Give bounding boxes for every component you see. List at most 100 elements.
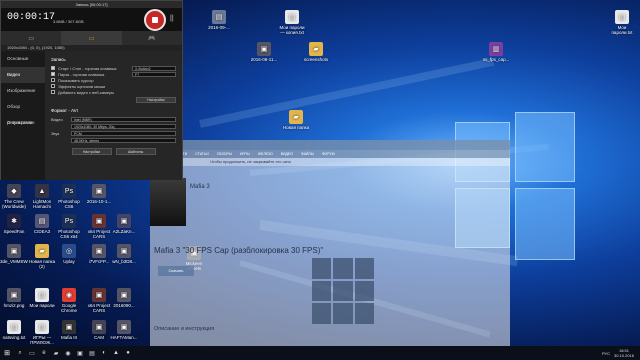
taskbar-app-icon[interactable]: ▤: [86, 346, 98, 360]
browser-window[interactable]: НОВОСТИСТАТЬИОБЗОРЫИГРЫЖЕЛЕЗОВИДЕОФАЙЛЫФ…: [150, 140, 510, 350]
video-params-field[interactable]: 1920x1080, 30 Mbps, 30q: [71, 124, 176, 129]
sidebar-item-about[interactable]: О программе: [1, 115, 45, 131]
audio-codec-field[interactable]: PCM: [71, 131, 176, 136]
window-mode-tab[interactable]: ▭: [61, 31, 122, 45]
desktop-icon[interactable]: ▣ A2LZaKn...: [110, 214, 138, 239]
screenshot-thumb[interactable]: [354, 303, 374, 324]
option-checkbox[interactable]: [51, 72, 55, 76]
sidebar-item-general[interactable]: Основные: [1, 51, 45, 67]
desktop-icon[interactable]: ▣ 2016-10-1...: [85, 184, 113, 209]
game-title[interactable]: Mafia 3: [190, 184, 210, 190]
desktop-icon[interactable]: ▰ Новая папка: [282, 110, 310, 135]
nav-item[interactable]: ФОРУМ: [322, 152, 335, 156]
desktop-icon[interactable]: Ps Photoshop CS6: [55, 184, 83, 209]
desktop-icon[interactable]: ▤ 2016-09-...: [205, 10, 233, 35]
desktop-icon[interactable]: ▣ hmzi2.png: [0, 288, 28, 313]
taskbar-app-icon[interactable]: ◐: [98, 346, 110, 360]
desktop-icon[interactable]: ▣ 2016090...: [110, 288, 138, 313]
nav-item[interactable]: СТАТЬИ: [195, 152, 208, 156]
taskbar-app-icon[interactable]: ▣: [74, 346, 86, 360]
desktop-icon[interactable]: ▤ CIDEA3: [28, 214, 56, 239]
screenshot-thumb[interactable]: [333, 303, 353, 324]
taskbar-app-icon[interactable]: ◉: [62, 346, 74, 360]
download-button[interactable]: Скачать: [158, 266, 194, 276]
taskbar-app-icon[interactable]: ▰: [50, 346, 62, 360]
screenshot-thumb[interactable]: [333, 280, 353, 302]
video-settings-panel: Запись Старт / Стоп - горячая клавиша X-B…: [45, 51, 182, 180]
desktop-icon[interactable]: ◉ Google Chrome: [55, 288, 83, 313]
screenshot-thumb[interactable]: [354, 258, 374, 279]
desktop-icon[interactable]: ▣ i7VFcFP...: [85, 244, 113, 269]
record-option-row[interactable]: Добавить видео с веб-камеры: [51, 89, 176, 95]
taskbar-app-icon[interactable]: ▲: [110, 346, 122, 360]
format-settings-button[interactable]: Настройки: [71, 148, 112, 155]
desktop-icon-label: Photoshop CS6: [58, 199, 80, 209]
templates-button[interactable]: Шаблоны: [115, 148, 156, 155]
desktop-icon[interactable]: ▣ x64 Project CARS: [85, 288, 113, 313]
taskbar-app-icon[interactable]: ●: [122, 346, 134, 360]
recorder-window[interactable]: Запись [00:00:17] 00:00:17 3.6MB / 307.8…: [0, 0, 183, 180]
desktop-icon-label: Google Chrome: [60, 303, 77, 313]
nav-item[interactable]: ОБЗОРЫ: [217, 152, 232, 156]
stop-record-button[interactable]: [144, 9, 166, 31]
audio-params-field[interactable]: 48.0KHz, stereo: [71, 138, 176, 143]
screenshot-gallery[interactable]: [312, 258, 374, 324]
sidebar-item-video[interactable]: Видео: [1, 67, 45, 83]
clock[interactable]: 18:51 30.10.2016: [614, 348, 634, 358]
screenshot-thumb[interactable]: [312, 258, 332, 279]
desktop-icon[interactable]: ▣ 2016-08-11...: [250, 42, 278, 67]
desktop-icon-label: x64 Project CARS: [87, 303, 111, 313]
desktop-icon[interactable]: ◆ The Crew (Worldwide): [0, 184, 28, 209]
game-mode-tab[interactable]: 🎮: [122, 31, 182, 45]
desktop-icon[interactable]: ▤ Мои пароли: [28, 288, 56, 313]
desktop-icon[interactable]: ▣ Mafia III: [55, 320, 83, 345]
option-checkbox[interactable]: [51, 66, 55, 70]
screenshot-thumb[interactable]: [354, 280, 374, 302]
record-option-row[interactable]: Старт / Стоп - горячая клавиша X-Button2: [51, 65, 176, 71]
desktop-icon[interactable]: ▣ wN_b3D8...: [110, 244, 138, 269]
desktop-icon[interactable]: ▣ x64 Project CARS: [85, 214, 113, 239]
nav-item[interactable]: ИГРЫ: [240, 152, 250, 156]
screenshot-thumb[interactable]: [312, 303, 332, 324]
desktop-icon[interactable]: ▤ ИГРЫ — ПРИЛОЖ...: [28, 320, 56, 345]
taskbar-app-icon[interactable]: ▭: [26, 346, 38, 360]
desktop-icon[interactable]: ✱ SpeedFan: [0, 214, 28, 239]
sidebar-item-image[interactable]: Изображение: [1, 83, 45, 99]
pause-icon[interactable]: ||: [170, 15, 174, 22]
option-checkbox[interactable]: [51, 84, 55, 88]
option-checkbox[interactable]: [51, 78, 55, 82]
screenshot-thumb[interactable]: [312, 280, 332, 302]
desktop-icon[interactable]: ◎ Uplay: [55, 244, 83, 269]
hotkey-field[interactable]: X-Button2: [132, 65, 176, 71]
desktop-icon[interactable]: Ps Photoshop CS6 x64: [55, 214, 83, 239]
desktop-icon-label: A2LZaKn...: [112, 229, 136, 234]
nav-item[interactable]: ФАЙЛЫ: [301, 152, 314, 156]
record-settings-button[interactable]: Настройки: [136, 97, 176, 103]
desktop-icon[interactable]: ▣ HAFTAMan...: [110, 320, 138, 345]
start-button[interactable]: ⊞: [0, 346, 14, 360]
taskbar-app-icon[interactable]: e: [38, 346, 50, 360]
taskbar-app-icon[interactable]: ⌕: [14, 346, 26, 360]
desktop-icon[interactable]: ▰ screenshots: [302, 42, 330, 67]
sidebar-item-results[interactable]: Обзор результатов: [1, 99, 45, 125]
hotkey-field[interactable]: F7: [132, 71, 176, 77]
desktop-icon[interactable]: ▣3de_VMMSW...: [0, 244, 28, 269]
desktop-icon[interactable]: ▥ mi_fps_cap...: [482, 42, 510, 67]
desktop-icon[interactable]: ▤ Мои пароли.txt: [608, 10, 636, 35]
file-icon: Ps: [62, 184, 76, 198]
desktop-icon[interactable]: ▣ CAM: [85, 320, 113, 345]
desktop-icon-label: CAM: [94, 335, 104, 340]
desktop-icon[interactable]: ▤ Мои пароли — копия.txt: [278, 10, 306, 35]
recorder-sidebar: Основные Видео Изображение Обзор результ…: [1, 51, 45, 180]
nav-item[interactable]: ЖЕЛЕЗО: [258, 152, 273, 156]
video-codec-field[interactable]: Intel (MBR): [71, 117, 176, 122]
screenshot-thumb[interactable]: [333, 258, 353, 279]
option-checkbox[interactable]: [51, 90, 55, 94]
fullscreen-mode-tab[interactable]: ▭: [1, 31, 61, 45]
language-indicator[interactable]: РУС: [602, 351, 610, 356]
desktop-icon[interactable]: ▤ natsving.txt: [0, 320, 28, 345]
desktop-icon[interactable]: ▲ LightMon Hamachi: [28, 184, 56, 209]
nav-item[interactable]: ВИДЕО: [281, 152, 293, 156]
desktop-icon[interactable]: ▰ Новая папка (2): [28, 244, 56, 269]
desktop-icon-label: Мои пароли.txt: [611, 25, 633, 35]
